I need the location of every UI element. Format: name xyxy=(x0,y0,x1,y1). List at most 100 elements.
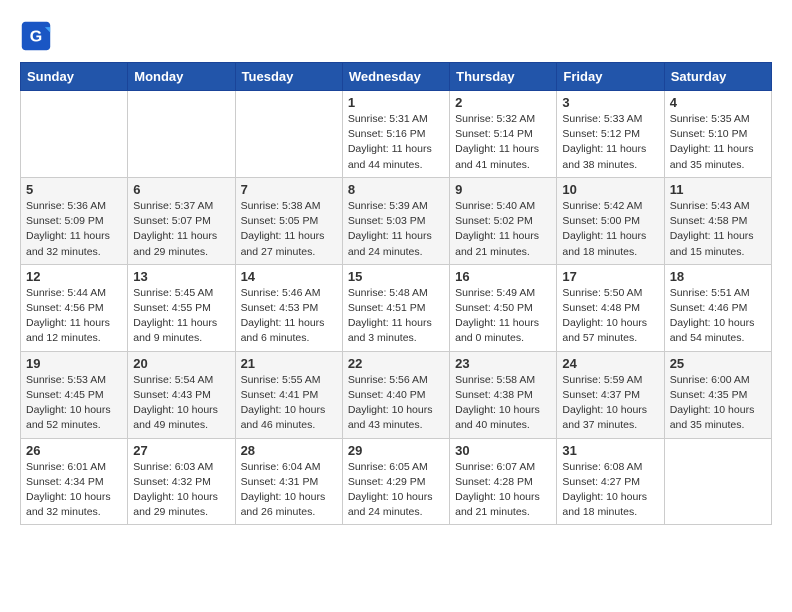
day-number: 10 xyxy=(562,182,658,197)
day-number: 24 xyxy=(562,356,658,371)
day-number: 17 xyxy=(562,269,658,284)
weekday-header-thursday: Thursday xyxy=(450,63,557,91)
calendar-table: SundayMondayTuesdayWednesdayThursdayFrid… xyxy=(20,62,772,525)
calendar-cell: 1 Sunrise: 5:31 AM Sunset: 5:16 PM Daylig… xyxy=(342,91,449,178)
day-number: 11 xyxy=(670,182,766,197)
day-info: Sunrise: 5:54 AM Sunset: 4:43 PM Dayligh… xyxy=(133,373,229,434)
calendar-week-row: 5Sunrise: 5:36 AM Sunset: 5:09 PM Daylig… xyxy=(21,177,772,264)
day-number: 2 xyxy=(455,95,551,110)
weekday-header-tuesday: Tuesday xyxy=(235,63,342,91)
day-info: Sunrise: 5:50 AM Sunset: 4:48 PM Dayligh… xyxy=(562,286,658,347)
day-info: Sunrise: 5:51 AM Sunset: 4:46 PM Dayligh… xyxy=(670,286,766,347)
day-info: Sunrise: 6:04 AM Sunset: 4:31 PM Dayligh… xyxy=(241,460,337,521)
calendar-cell: 4 Sunrise: 5:35 AM Sunset: 5:10 PM Daylig… xyxy=(664,91,771,178)
calendar-cell: 16 Sunrise: 5:49 AM Sunset: 4:50 PM Dayli… xyxy=(450,264,557,351)
day-info: Sunrise: 5:31 AM Sunset: 5:16 PM Dayligh… xyxy=(348,112,444,173)
calendar-cell: 21 Sunrise: 5:55 AM Sunset: 4:41 PM Dayli… xyxy=(235,351,342,438)
calendar-cell: 10 Sunrise: 5:42 AM Sunset: 5:00 PM Dayli… xyxy=(557,177,664,264)
weekday-header-monday: Monday xyxy=(128,63,235,91)
day-number: 16 xyxy=(455,269,551,284)
weekday-header-saturday: Saturday xyxy=(664,63,771,91)
day-number: 9 xyxy=(455,182,551,197)
calendar-cell: 7 Sunrise: 5:38 AM Sunset: 5:05 PM Daylig… xyxy=(235,177,342,264)
day-info: Sunrise: 6:07 AM Sunset: 4:28 PM Dayligh… xyxy=(455,460,551,521)
day-info: Sunrise: 5:53 AM Sunset: 4:45 PM Dayligh… xyxy=(26,373,122,434)
calendar-cell xyxy=(21,91,128,178)
weekday-header-sunday: Sunday xyxy=(21,63,128,91)
calendar-cell: 9Sunrise: 5:40 AM Sunset: 5:02 PM Daylig… xyxy=(450,177,557,264)
day-number: 3 xyxy=(562,95,658,110)
day-info: Sunrise: 5:38 AM Sunset: 5:05 PM Dayligh… xyxy=(241,199,337,260)
calendar-week-row: 19 Sunrise: 5:53 AM Sunset: 4:45 PM Dayli… xyxy=(21,351,772,438)
day-number: 19 xyxy=(26,356,122,371)
day-number: 6 xyxy=(133,182,229,197)
weekday-header-friday: Friday xyxy=(557,63,664,91)
calendar-cell: 29 Sunrise: 6:05 AM Sunset: 4:29 PM Dayli… xyxy=(342,438,449,525)
day-info: Sunrise: 5:59 AM Sunset: 4:37 PM Dayligh… xyxy=(562,373,658,434)
calendar-cell xyxy=(128,91,235,178)
day-number: 21 xyxy=(241,356,337,371)
calendar-cell: 12 Sunrise: 5:44 AM Sunset: 4:56 PM Dayli… xyxy=(21,264,128,351)
day-number: 27 xyxy=(133,443,229,458)
day-number: 31 xyxy=(562,443,658,458)
day-number: 28 xyxy=(241,443,337,458)
calendar-cell xyxy=(664,438,771,525)
day-number: 26 xyxy=(26,443,122,458)
calendar-cell: 28 Sunrise: 6:04 AM Sunset: 4:31 PM Dayli… xyxy=(235,438,342,525)
svg-text:G: G xyxy=(30,28,42,45)
page-header: G xyxy=(20,20,772,52)
day-info: Sunrise: 5:56 AM Sunset: 4:40 PM Dayligh… xyxy=(348,373,444,434)
day-number: 18 xyxy=(670,269,766,284)
calendar-cell: 3 Sunrise: 5:33 AM Sunset: 5:12 PM Daylig… xyxy=(557,91,664,178)
calendar-cell: 26 Sunrise: 6:01 AM Sunset: 4:34 PM Dayli… xyxy=(21,438,128,525)
day-number: 30 xyxy=(455,443,551,458)
calendar-cell: 11Sunrise: 5:43 AM Sunset: 4:58 PM Dayli… xyxy=(664,177,771,264)
day-number: 1 xyxy=(348,95,444,110)
day-info: Sunrise: 6:01 AM Sunset: 4:34 PM Dayligh… xyxy=(26,460,122,521)
calendar-cell: 8 Sunrise: 5:39 AM Sunset: 5:03 PM Daylig… xyxy=(342,177,449,264)
calendar-cell: 25Sunrise: 6:00 AM Sunset: 4:35 PM Dayli… xyxy=(664,351,771,438)
day-number: 12 xyxy=(26,269,122,284)
weekday-header-wednesday: Wednesday xyxy=(342,63,449,91)
day-info: Sunrise: 5:35 AM Sunset: 5:10 PM Dayligh… xyxy=(670,112,766,173)
day-info: Sunrise: 5:33 AM Sunset: 5:12 PM Dayligh… xyxy=(562,112,658,173)
calendar-cell: 17 Sunrise: 5:50 AM Sunset: 4:48 PM Dayli… xyxy=(557,264,664,351)
day-info: Sunrise: 5:55 AM Sunset: 4:41 PM Dayligh… xyxy=(241,373,337,434)
day-info: Sunrise: 5:58 AM Sunset: 4:38 PM Dayligh… xyxy=(455,373,551,434)
day-info: Sunrise: 5:49 AM Sunset: 4:50 PM Dayligh… xyxy=(455,286,551,347)
day-number: 4 xyxy=(670,95,766,110)
day-number: 25 xyxy=(670,356,766,371)
calendar-cell: 20 Sunrise: 5:54 AM Sunset: 4:43 PM Dayli… xyxy=(128,351,235,438)
day-info: Sunrise: 5:39 AM Sunset: 5:03 PM Dayligh… xyxy=(348,199,444,260)
calendar-cell: 31Sunrise: 6:08 AM Sunset: 4:27 PM Dayli… xyxy=(557,438,664,525)
calendar-cell: 23Sunrise: 5:58 AM Sunset: 4:38 PM Dayli… xyxy=(450,351,557,438)
logo: G xyxy=(20,20,56,52)
day-info: Sunrise: 6:05 AM Sunset: 4:29 PM Dayligh… xyxy=(348,460,444,521)
day-number: 20 xyxy=(133,356,229,371)
calendar-cell: 19 Sunrise: 5:53 AM Sunset: 4:45 PM Dayli… xyxy=(21,351,128,438)
calendar-cell: 18 Sunrise: 5:51 AM Sunset: 4:46 PM Dayli… xyxy=(664,264,771,351)
calendar-cell: 24 Sunrise: 5:59 AM Sunset: 4:37 PM Dayli… xyxy=(557,351,664,438)
calendar-cell: 22 Sunrise: 5:56 AM Sunset: 4:40 PM Dayli… xyxy=(342,351,449,438)
day-info: Sunrise: 6:03 AM Sunset: 4:32 PM Dayligh… xyxy=(133,460,229,521)
day-info: Sunrise: 5:45 AM Sunset: 4:55 PM Dayligh… xyxy=(133,286,229,347)
calendar-week-row: 1 Sunrise: 5:31 AM Sunset: 5:16 PM Daylig… xyxy=(21,91,772,178)
calendar-cell: 15 Sunrise: 5:48 AM Sunset: 4:51 PM Dayli… xyxy=(342,264,449,351)
day-info: Sunrise: 5:42 AM Sunset: 5:00 PM Dayligh… xyxy=(562,199,658,260)
day-number: 8 xyxy=(348,182,444,197)
day-number: 22 xyxy=(348,356,444,371)
calendar-week-row: 12 Sunrise: 5:44 AM Sunset: 4:56 PM Dayli… xyxy=(21,264,772,351)
calendar-cell: 27 Sunrise: 6:03 AM Sunset: 4:32 PM Dayli… xyxy=(128,438,235,525)
day-number: 15 xyxy=(348,269,444,284)
calendar-cell: 30 Sunrise: 6:07 AM Sunset: 4:28 PM Dayli… xyxy=(450,438,557,525)
calendar-week-row: 26 Sunrise: 6:01 AM Sunset: 4:34 PM Dayli… xyxy=(21,438,772,525)
day-info: Sunrise: 5:44 AM Sunset: 4:56 PM Dayligh… xyxy=(26,286,122,347)
day-number: 29 xyxy=(348,443,444,458)
calendar-cell xyxy=(235,91,342,178)
day-info: Sunrise: 5:48 AM Sunset: 4:51 PM Dayligh… xyxy=(348,286,444,347)
day-info: Sunrise: 5:46 AM Sunset: 4:53 PM Dayligh… xyxy=(241,286,337,347)
day-info: Sunrise: 5:37 AM Sunset: 5:07 PM Dayligh… xyxy=(133,199,229,260)
calendar-cell: 13Sunrise: 5:45 AM Sunset: 4:55 PM Dayli… xyxy=(128,264,235,351)
day-info: Sunrise: 5:32 AM Sunset: 5:14 PM Dayligh… xyxy=(455,112,551,173)
day-number: 7 xyxy=(241,182,337,197)
